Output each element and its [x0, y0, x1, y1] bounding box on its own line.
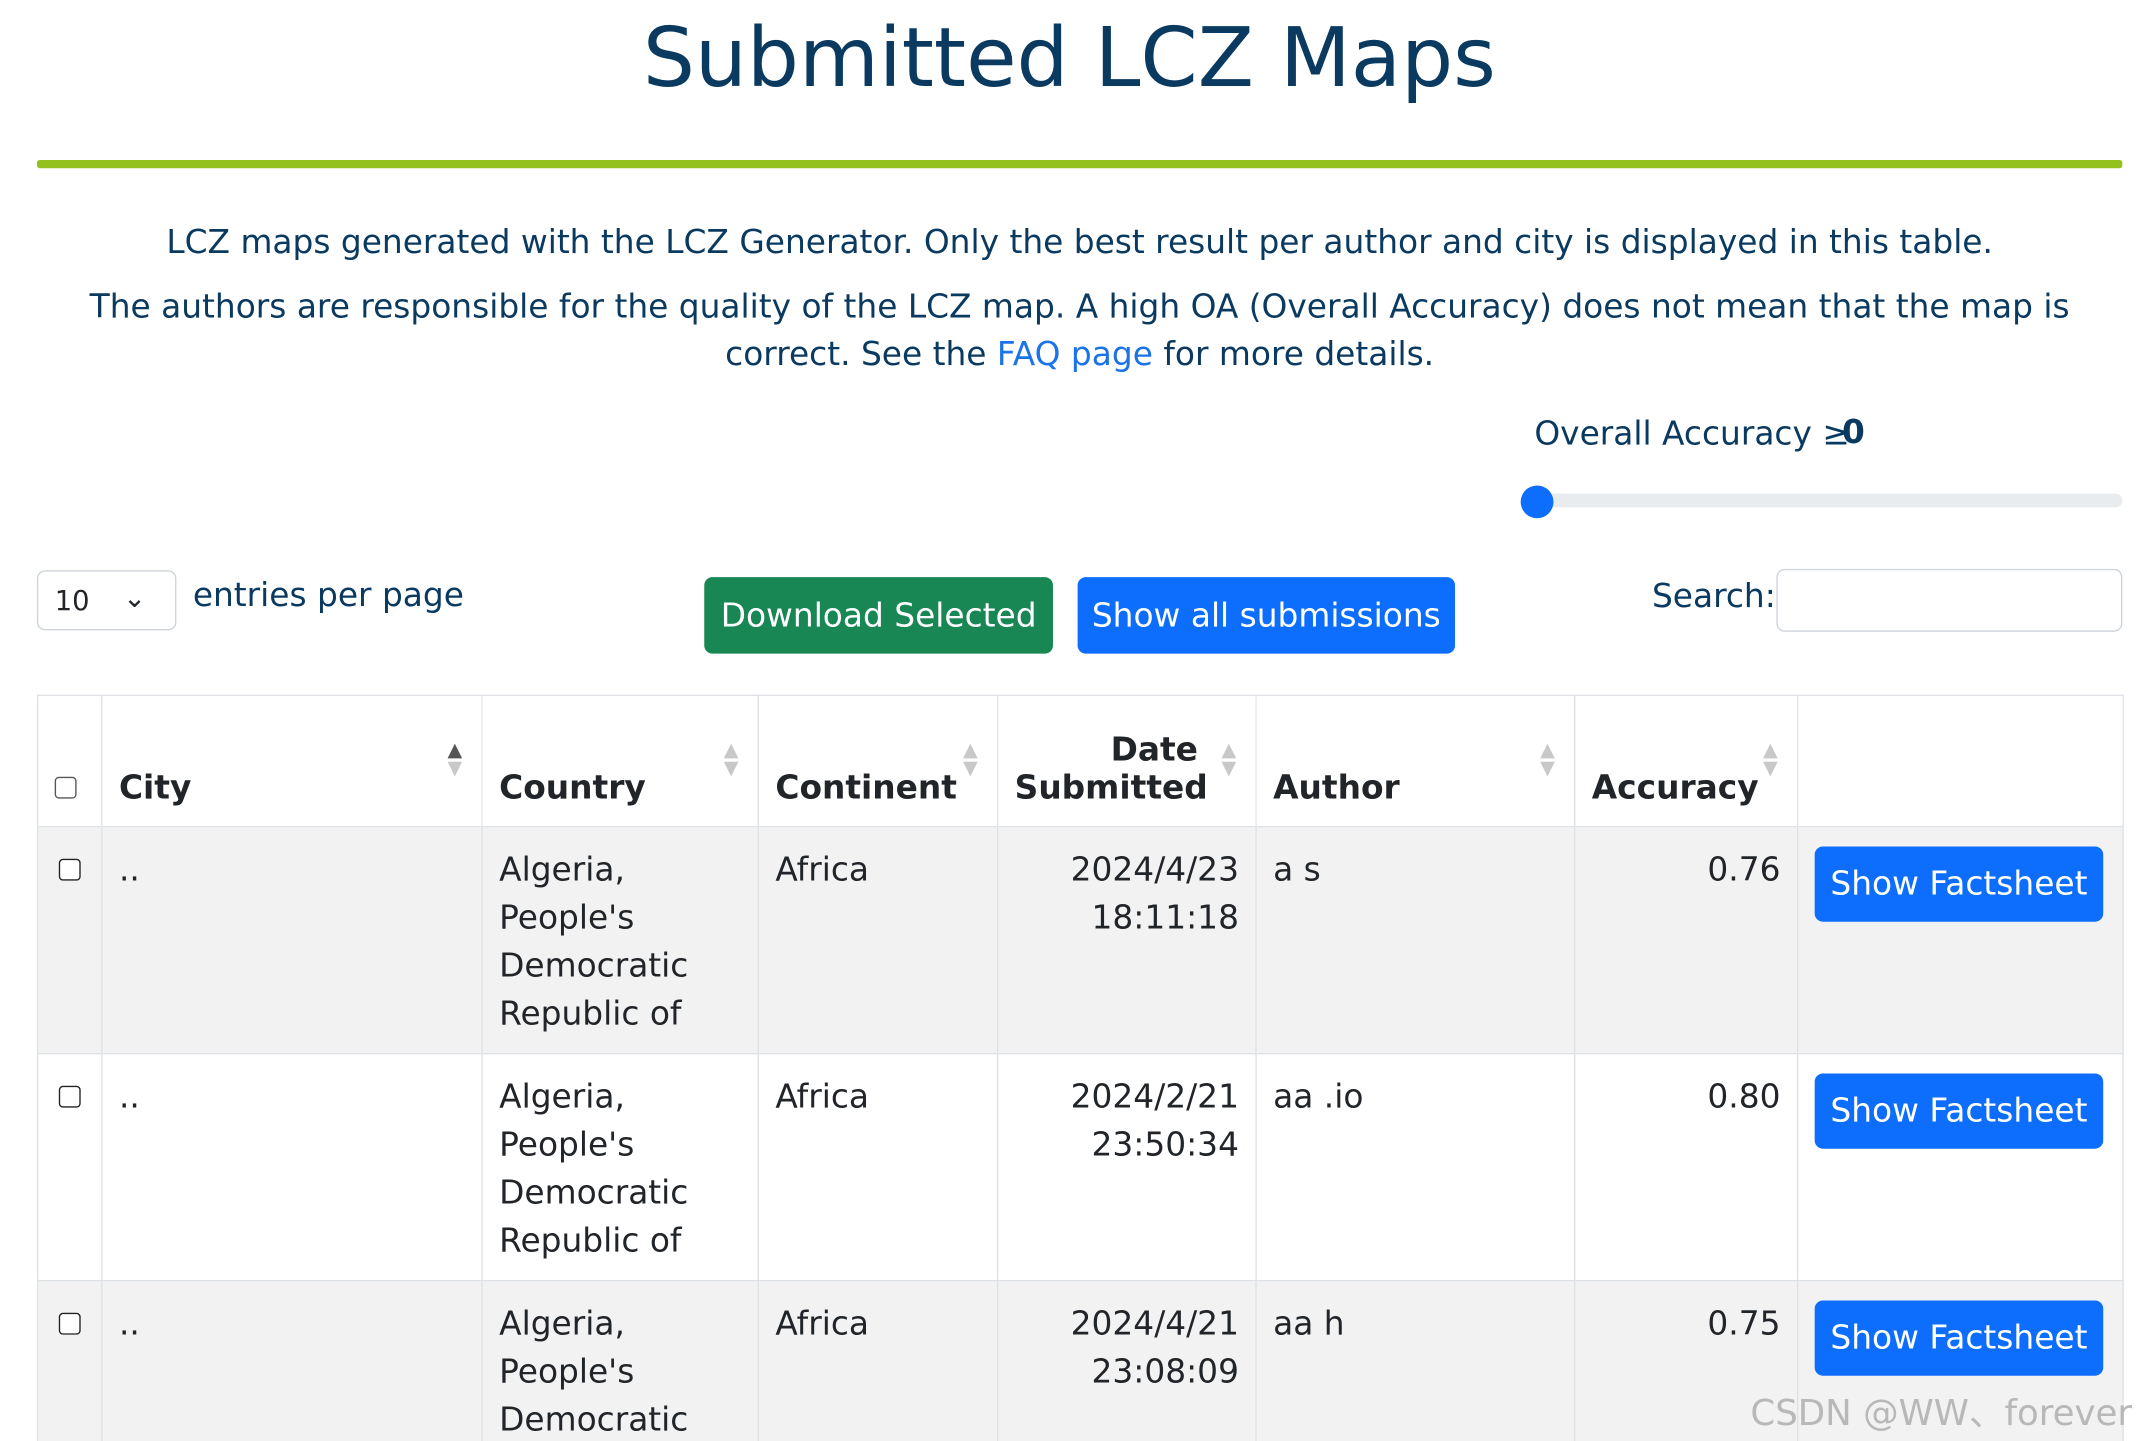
- show-factsheet-button[interactable]: Show Factsheet: [1814, 846, 2104, 922]
- disclaimer-text-end: for more details.: [1163, 335, 1435, 374]
- time-value: 23:50:34: [1091, 1125, 1239, 1164]
- intro-text: LCZ maps generated with the LCZ Generato…: [166, 222, 1993, 262]
- author-cell: aa .io: [1255, 1052, 1576, 1282]
- accuracy-filter-label: Overall Accuracy ≥: [1534, 414, 1850, 453]
- time-value: 18:11:18: [1091, 898, 1239, 937]
- author-cell: aa h: [1255, 1279, 1576, 1441]
- row-checkbox[interactable]: [58, 1085, 81, 1108]
- sort-icon: ▲ ▼: [1763, 739, 1778, 780]
- action-cell: Show Factsheet: [1796, 825, 2124, 1055]
- show-factsheet-button[interactable]: Show Factsheet: [1814, 1073, 2104, 1149]
- chevron-down-icon: ⌄: [123, 581, 147, 615]
- column-header-date-line2: Submitted: [1014, 768, 1208, 807]
- column-header-country[interactable]: Country ▲ ▼: [481, 694, 759, 828]
- sort-icon: ▲ ▼: [723, 739, 739, 780]
- faq-link[interactable]: FAQ page: [997, 335, 1153, 373]
- country-cell: Algeria, People's Democratic Republic of: [481, 1279, 759, 1441]
- search-input[interactable]: [1776, 568, 2123, 632]
- date-cell: 2024/4/23 18:11:18: [996, 825, 1257, 1055]
- column-header-city[interactable]: City ▲ ▼: [101, 694, 483, 828]
- column-header-city-label: City: [118, 768, 192, 807]
- author-cell: a s: [1255, 825, 1576, 1055]
- city-cell: ..: [101, 1279, 483, 1441]
- sort-icon: ▲ ▼: [963, 739, 978, 780]
- select-all-header: [36, 694, 103, 828]
- country-cell: Algeria, People's Democratic Republic of: [481, 825, 759, 1055]
- disclaimer-text: The authors are responsible for the qual…: [37, 283, 2122, 379]
- content: Submitted LCZ Maps LCZ maps generated wi…: [0, 0, 2139, 1441]
- row-select-cell: [36, 825, 103, 1055]
- watermark-text: CSDN @WW、forever: [1750, 1393, 2133, 1435]
- column-header-continent[interactable]: Continent ▲ ▼: [757, 694, 999, 828]
- page: Submitted LCZ Maps LCZ maps generated wi…: [0, 0, 2139, 1441]
- entries-per-page-value: 10: [54, 583, 90, 617]
- row-select-cell: [36, 1052, 103, 1282]
- row-select-cell: [36, 1279, 103, 1441]
- continent-cell: Africa: [757, 1052, 999, 1282]
- country-cell: Algeria, People's Democratic Republic of: [481, 1052, 759, 1282]
- column-header-accuracy[interactable]: Accuracy ▲ ▼: [1573, 694, 1799, 828]
- sort-icon: ▲ ▼: [1221, 739, 1237, 780]
- column-header-country-label: Country: [499, 768, 646, 807]
- column-header-accuracy-label: Accuracy: [1591, 768, 1759, 807]
- show-all-submissions-button[interactable]: Show all submissions: [1077, 577, 1456, 654]
- row-checkbox[interactable]: [58, 858, 81, 881]
- column-header-date-line1: Date: [1110, 730, 1198, 769]
- title-divider: [36, 159, 2123, 169]
- submissions-table: City ▲ ▼ Country ▲ ▼ Continent ▲ ▼ Date Sub…: [36, 694, 2124, 1441]
- sort-ascending-icon: ▲ ▼: [447, 739, 463, 780]
- continent-cell: Africa: [757, 825, 999, 1055]
- date-value: 2024/2/21: [1070, 1077, 1239, 1116]
- accuracy-slider-thumb[interactable]: [1520, 485, 1554, 519]
- accuracy-filter-value: 0: [1842, 412, 1865, 452]
- city-cell: ..: [101, 1052, 483, 1282]
- select-all-checkbox[interactable]: [54, 776, 77, 799]
- accuracy-cell: 0.80: [1573, 1052, 1799, 1282]
- date-value: 2024/4/23: [1070, 850, 1239, 889]
- column-header-continent-label: Continent: [775, 768, 957, 807]
- column-header-author-label: Author: [1273, 768, 1400, 807]
- sort-icon: ▲ ▼: [1540, 739, 1555, 780]
- accuracy-slider[interactable]: [1520, 493, 2123, 508]
- column-header-actions: [1796, 694, 2124, 828]
- date-cell: 2024/2/21 23:50:34: [996, 1052, 1257, 1282]
- table-header-row: City ▲ ▼ Country ▲ ▼ Continent ▲ ▼ Date Sub…: [36, 694, 2124, 828]
- table-row: .. Algeria, People's Democratic Republic…: [36, 1052, 2124, 1282]
- row-checkbox[interactable]: [58, 1312, 81, 1335]
- continent-cell: Africa: [757, 1279, 999, 1441]
- action-cell: Show Factsheet: [1796, 1052, 2124, 1282]
- entries-per-page-label: entries per page: [192, 575, 464, 615]
- column-header-author[interactable]: Author ▲ ▼: [1255, 694, 1576, 828]
- download-selected-button[interactable]: Download Selected: [704, 577, 1053, 654]
- city-cell: ..: [101, 825, 483, 1055]
- show-factsheet-button[interactable]: Show Factsheet: [1814, 1300, 2104, 1376]
- date-cell: 2024/4/21 23:08:09: [996, 1279, 1257, 1441]
- table-row: .. Algeria, People's Democratic Republic…: [36, 825, 2124, 1055]
- search-label: Search:: [1651, 577, 1776, 616]
- accuracy-cell: 0.76: [1573, 825, 1799, 1055]
- entries-per-page-select[interactable]: 10 ⌄: [36, 570, 177, 631]
- date-value: 2024/4/21: [1070, 1304, 1239, 1343]
- column-header-date-submitted[interactable]: Date Submitted ▲ ▼: [996, 694, 1257, 828]
- page-title: Submitted LCZ Maps: [642, 10, 1496, 107]
- time-value: 23:08:09: [1091, 1352, 1239, 1391]
